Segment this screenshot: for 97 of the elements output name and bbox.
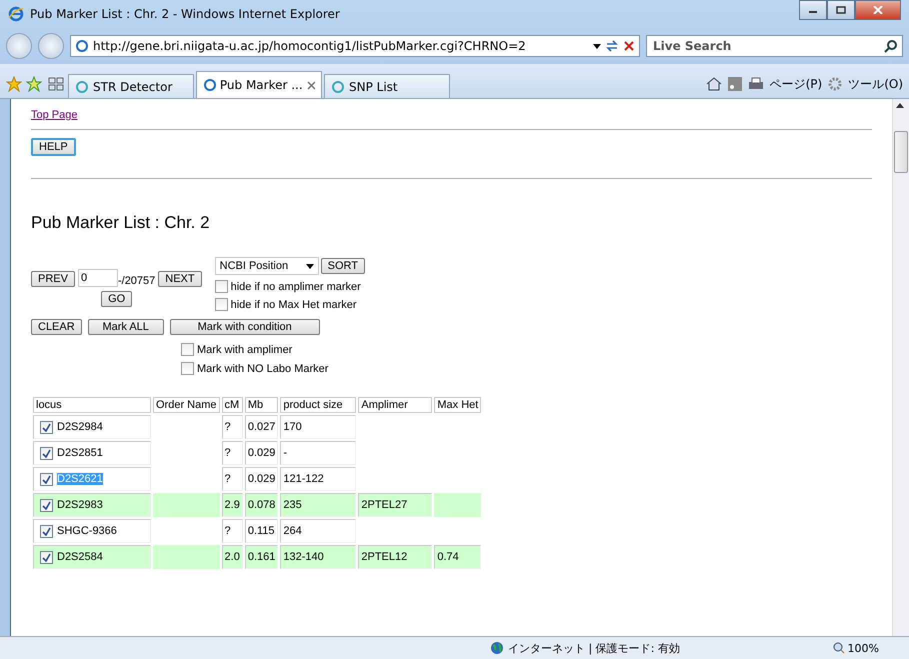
top-page-link[interactable]: Top Page [31, 109, 78, 121]
position-field[interactable]: 0 [78, 269, 118, 287]
page-icon [75, 39, 89, 53]
checkbox[interactable] [40, 524, 53, 538]
page-icon [75, 80, 89, 94]
table-cell: 0.161 [244, 545, 278, 569]
clear-button[interactable]: CLEAR [31, 319, 82, 335]
table-cell: 0.078 [244, 493, 278, 517]
dropdown-arrow-icon[interactable] [593, 44, 601, 48]
next-button[interactable]: NEXT [158, 271, 202, 287]
table-cell: 121-122 [280, 467, 356, 491]
table-cell: 170 [280, 415, 356, 439]
scrollbar-thumb[interactable] [894, 131, 908, 173]
browser-logo-icon [8, 6, 24, 22]
page-heading: Pub Marker List : Chr. 2 [31, 213, 211, 233]
sort-dropdown[interactable]: NCBI Position [214, 257, 319, 275]
table-cell: 0.74 [434, 545, 482, 569]
table-cell: 132-140 [280, 545, 356, 569]
table-cell: ? [222, 441, 243, 465]
column-header: Order Name [153, 397, 220, 413]
column-header: Amplimer [358, 397, 432, 413]
page-icon [203, 78, 216, 92]
checkbox-label: Mark with amplimer [197, 344, 292, 356]
minimize-button[interactable] [799, 0, 827, 20]
browser-tab[interactable]: Pub Marker ... [196, 71, 322, 98]
column-header: product size [280, 397, 356, 413]
table-cell: 0.027 [244, 415, 278, 439]
table-cell: 235 [280, 493, 356, 517]
table-cell: 2PTEL27 [358, 493, 432, 517]
checkbox[interactable] [40, 472, 53, 486]
locus-name: D2S2584 [57, 551, 103, 563]
maximize-icon [836, 6, 846, 14]
locus-name: D2S2851 [57, 447, 103, 459]
security-zone-text: インターネット | 保護モード: 有効 [508, 640, 680, 656]
checkbox[interactable] [40, 550, 53, 564]
locus-name: D2S2621 [57, 473, 103, 485]
checkbox[interactable] [181, 362, 194, 375]
table-cell: 2.9 [222, 493, 243, 517]
checkbox[interactable] [40, 498, 53, 512]
close-button[interactable] [855, 0, 901, 20]
mark-condition-button[interactable]: Mark with condition [170, 319, 320, 335]
mark-all-button[interactable]: Mark ALL [88, 319, 164, 335]
page-menu[interactable]: ページ(P) [770, 76, 822, 92]
go-button[interactable]: GO [101, 291, 132, 307]
checkbox[interactable] [40, 446, 53, 460]
checkbox-label: hide if no amplimer marker [230, 280, 361, 292]
tools-menu[interactable]: ツール(O) [848, 76, 903, 92]
checkbox[interactable] [214, 298, 228, 311]
home-icon[interactable] [706, 76, 722, 92]
stop-icon[interactable] [623, 40, 635, 52]
checkbox[interactable] [214, 280, 228, 293]
table-cell: 0.029 [244, 441, 278, 465]
quick-tabs-icon[interactable] [46, 75, 66, 93]
column-header: Mb [244, 397, 278, 413]
dropdown-arrow-icon [306, 264, 314, 268]
checkbox[interactable] [181, 343, 194, 356]
locus-name: SHGC-9366 [57, 525, 117, 537]
checkbox-label: hide if no Max Het marker [230, 298, 357, 310]
page-icon [331, 80, 345, 94]
favorites-star-icon[interactable] [6, 76, 22, 92]
maximize-button[interactable] [827, 0, 855, 20]
help-button[interactable]: HELP [31, 138, 76, 156]
column-header: locus [33, 397, 151, 413]
print-icon[interactable] [748, 77, 764, 91]
table-cell: ? [222, 519, 243, 543]
browser-tab[interactable]: SNP List [324, 74, 450, 98]
refresh-icon[interactable] [605, 40, 619, 52]
window-title: Pub Marker List : Chr. 2 - Windows Internet Explorer [30, 7, 341, 21]
browser-tab[interactable]: STR Detector [68, 74, 194, 98]
magnifier-icon [832, 642, 845, 654]
checkbox-label: Mark with NO Labo Marker [197, 362, 328, 374]
locus-name: D2S2984 [57, 421, 103, 433]
table-cell: 0.115 [244, 519, 278, 543]
prev-button[interactable]: PREV [31, 271, 75, 287]
address-field[interactable]: http://gene.bri.niigata-u.ac.jp/homocontig1/listPubMarker.cgi?CHRNO=2 [70, 35, 640, 57]
total-count: -/20757 [118, 275, 156, 287]
table-cell: 2PTEL12 [358, 545, 432, 569]
add-favorite-icon[interactable] [26, 76, 42, 92]
search-field[interactable]: Live Search [646, 35, 903, 57]
table-cell: 0.029 [244, 467, 278, 491]
table-cell: ? [222, 415, 243, 439]
close-icon[interactable] [306, 80, 315, 90]
globe-icon [490, 641, 504, 655]
table-cell: - [280, 441, 356, 465]
column-header: Max Het [434, 397, 482, 413]
close-icon [873, 6, 883, 14]
zoom-level[interactable]: 100% [848, 642, 879, 654]
checkbox[interactable] [40, 420, 53, 434]
table-cell: 264 [280, 519, 356, 543]
gear-icon [828, 77, 842, 91]
locus-name: D2S2983 [57, 499, 103, 511]
sort-button[interactable]: SORT [320, 258, 365, 274]
table-cell: ? [222, 467, 243, 491]
feed-icon[interactable] [728, 77, 742, 91]
column-header: cM [222, 397, 243, 413]
table-cell: 2.0 [222, 545, 243, 569]
search-icon[interactable] [884, 39, 898, 53]
